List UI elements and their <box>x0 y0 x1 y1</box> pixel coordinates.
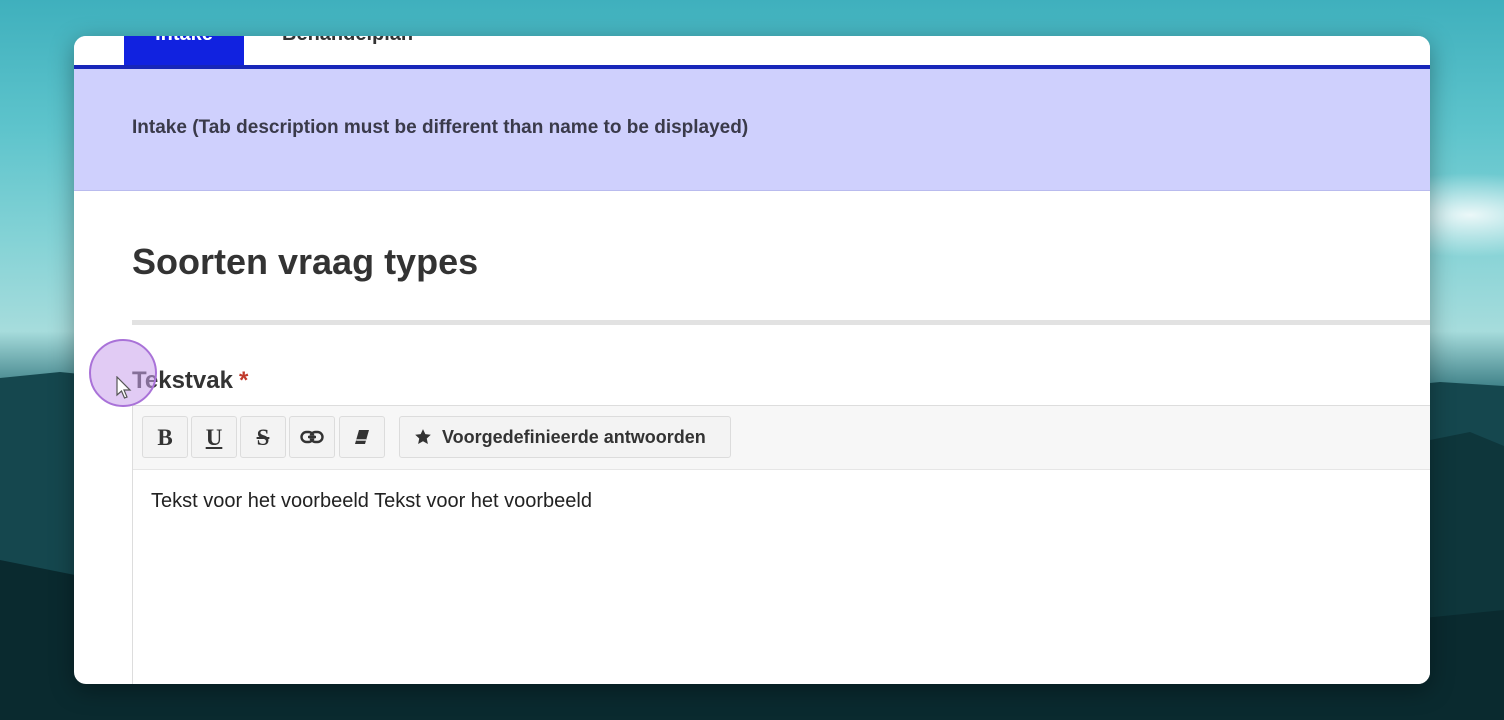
bold-button[interactable]: B <box>142 416 188 458</box>
predefined-answers-button[interactable]: Voorgedefinieerde antwoorden <box>399 416 731 458</box>
link-icon <box>300 430 324 444</box>
editor-content[interactable]: Tekst voor het voorbeeld Tekst voor het … <box>151 490 592 513</box>
strikethrough-button[interactable]: S <box>240 416 286 458</box>
clear-format-button[interactable] <box>339 416 385 458</box>
rich-text-editor: B U S Voorgedefinieerde antwoorden Tekst… <box>132 405 1430 684</box>
tab-bar: Intake Behandelplan <box>74 36 1430 69</box>
tab-description-panel: Intake (Tab description must be differen… <box>74 69 1430 191</box>
tab-behandelplan[interactable]: Behandelplan <box>254 36 441 65</box>
underline-button[interactable]: U <box>191 416 237 458</box>
tab-description-text: Intake (Tab description must be differen… <box>132 117 749 138</box>
star-icon <box>415 429 431 444</box>
link-button[interactable] <box>289 416 335 458</box>
predefined-answers-label: Voorgedefinieerde antwoorden <box>442 426 706 447</box>
section-title: Soorten vraag types <box>132 241 479 282</box>
browser-window: Intake Behandelplan Intake (Tab descript… <box>74 36 1430 684</box>
editor-toolbar: B U S Voorgedefinieerde antwoorden <box>133 406 1430 470</box>
required-marker: * <box>238 367 249 394</box>
underline-icon: U <box>205 424 223 450</box>
section-divider <box>132 320 1430 325</box>
bold-icon: B <box>157 424 173 450</box>
mouse-pointer-icon <box>116 376 132 399</box>
strikethrough-icon: S <box>256 424 270 450</box>
eraser-icon <box>355 430 369 444</box>
tab-intake[interactable]: Intake <box>124 36 244 65</box>
